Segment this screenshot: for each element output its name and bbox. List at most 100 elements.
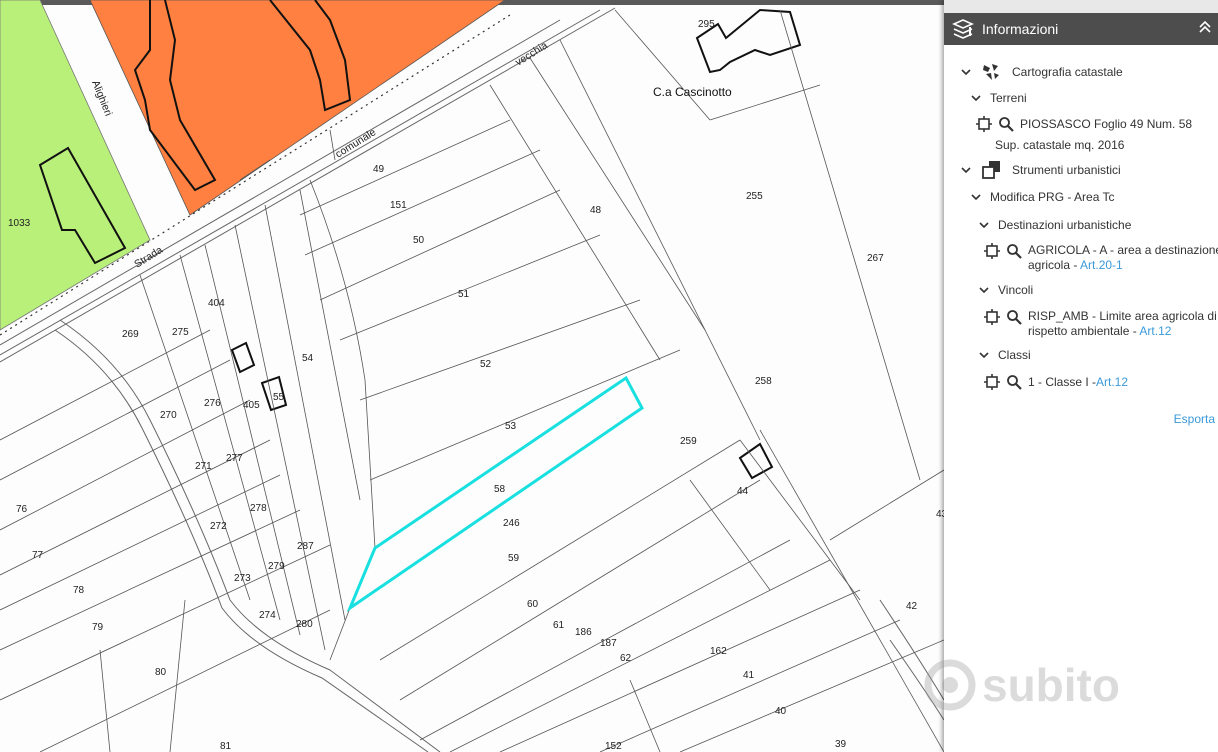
parcel-number: 51 [458,289,470,300]
tree-label: Destinazioni urbanistiche [998,218,1132,232]
parcel-lines [0,9,944,752]
parcel-number: 81 [220,741,232,752]
panel-header: Informazioni [944,13,1218,45]
parcel-number: 267 [867,253,884,264]
tree-node-classi[interactable]: Classi [978,348,1031,362]
terreno-area: Sup. catastale mq. 2016 [995,138,1125,152]
parcel-number: 151 [390,200,407,211]
search-icon[interactable] [1006,374,1022,390]
chevron-down-icon[interactable] [970,191,982,203]
parcel-number: 80 [155,667,167,678]
planning-tools-icon [980,159,1002,181]
parcel-number: 76 [16,504,28,515]
parcel-number: 275 [172,327,189,338]
zoom-to-extent-icon[interactable] [984,243,1000,259]
tree-label: Strumenti urbanistici [1012,163,1121,177]
zoom-to-extent-icon[interactable] [976,116,992,132]
tree-node-modifica-prg[interactable]: Modifica PRG - Area Tc [970,190,1115,204]
tree-label: Classi [998,348,1031,362]
parcel-number: 276 [204,398,221,409]
layers-info-icon [952,18,974,40]
agricola-label-line1: AGRICOLA - A - area a destinazione [1028,243,1218,257]
map-canvas[interactable]: C.a Cascinotto Alighieri vecchia comunal… [0,0,944,752]
parcel-number: 61 [553,620,565,631]
tree-label: Modifica PRG - Area Tc [990,190,1115,204]
parcel-number: 60 [527,599,539,610]
parcel-number: 277 [226,453,243,464]
article-link[interactable]: Art.12 [1096,375,1128,389]
chevron-down-icon[interactable] [978,349,990,361]
panel-top-bar [944,0,1218,13]
parcel-number: 52 [480,359,492,370]
export-link[interactable]: Esporta [1174,412,1215,426]
parcel-number: 273 [234,573,251,584]
chevron-down-icon[interactable] [960,66,972,78]
parcel-number: 43 [936,509,944,520]
info-panel: Informazioni Cartografia catastale Terre… [944,0,1218,752]
tree-item-terreno[interactable]: PIOSSASCO Foglio 49 Num. 58 [976,116,1192,132]
parcel-number: 280 [296,619,313,630]
parcel-number: 54 [302,353,314,364]
parcel-number: 270 [160,410,177,421]
parcel-number: 79 [92,622,104,633]
parcel-number: 259 [680,436,697,447]
article-link[interactable]: Art.12 [1139,324,1171,338]
risp-label-line1: RISP_AMB - Limite area agricola di [1028,309,1217,323]
parcel-number: 58 [494,484,506,495]
zoom-to-extent-icon[interactable] [984,374,1000,390]
terreno-label: PIOSSASCO Foglio 49 Num. 58 [1020,117,1193,131]
collapse-panel-icon[interactable] [1198,19,1214,39]
tree-node-strumenti[interactable]: Strumenti urbanistici [960,159,1121,181]
parcel-number: 42 [906,601,918,612]
parcel-number: 279 [268,561,285,572]
parcel-number: 269 [122,329,139,340]
tree-item-agricola[interactable]: AGRICOLA - A - area a destinazione agric… [984,243,1218,273]
tree-node-terreni[interactable]: Terreni [970,91,1027,105]
parcel-number: 246 [503,518,520,529]
chevron-down-icon[interactable] [960,164,972,176]
road-edges [0,7,944,752]
parcel-number: 187 [600,638,617,649]
chevron-down-icon[interactable] [978,219,990,231]
parcel-number: 287 [297,541,314,552]
parcel-number: 48 [590,205,602,216]
tree-label: Cartografia catastale [1012,65,1123,79]
parcel-number: 53 [505,421,517,432]
parcel-number: 272 [210,521,227,532]
parcel-number: 49 [373,164,385,175]
tree-label: Terreni [990,91,1027,105]
parcel-number: 55 [273,392,285,403]
cadastre-icon [980,61,1002,83]
parcel-number: 1033 [8,218,31,229]
parcel-number: 258 [755,376,772,387]
parcel-number: 404 [208,298,225,309]
watermark-logo: subito [920,645,1180,725]
search-icon[interactable] [1006,243,1022,259]
parcel-number: 186 [575,627,592,638]
tree-item-classe[interactable]: 1 - Classe I - Art.12 [984,374,1128,390]
watermark-text: subito [982,659,1120,711]
cadastral-map[interactable]: C.a Cascinotto Alighieri vecchia comunal… [0,0,944,752]
classe-label: 1 - Classe I - [1028,375,1097,389]
tree-item-risp-amb[interactable]: RISP_AMB - Limite area agricola di rispe… [984,309,1217,339]
article-link[interactable]: Art.20-1 [1080,258,1123,272]
parcel-number: 62 [620,653,632,664]
search-icon[interactable] [998,116,1014,132]
parcel-number: 77 [32,550,44,561]
parcel-number: 278 [250,503,267,514]
parcel-number: 162 [710,646,727,657]
parcel-number: 405 [243,400,260,411]
parcel-number: 295 [698,19,715,30]
tree-label: Vincoli [998,283,1034,297]
tree-node-cartografia[interactable]: Cartografia catastale [960,61,1123,83]
panel-title: Informazioni [982,21,1059,37]
tree-node-vincoli[interactable]: Vincoli [978,283,1033,297]
chevron-down-icon[interactable] [970,92,982,104]
tree-node-destinazioni[interactable]: Destinazioni urbanistiche [978,218,1131,232]
chevron-down-icon[interactable] [978,284,990,296]
parcel-number: 40 [775,706,787,717]
search-icon[interactable] [1006,309,1022,325]
parcel-number: 255 [746,191,763,202]
parcel-number: 44 [737,486,749,497]
zoom-to-extent-icon[interactable] [984,309,1000,325]
